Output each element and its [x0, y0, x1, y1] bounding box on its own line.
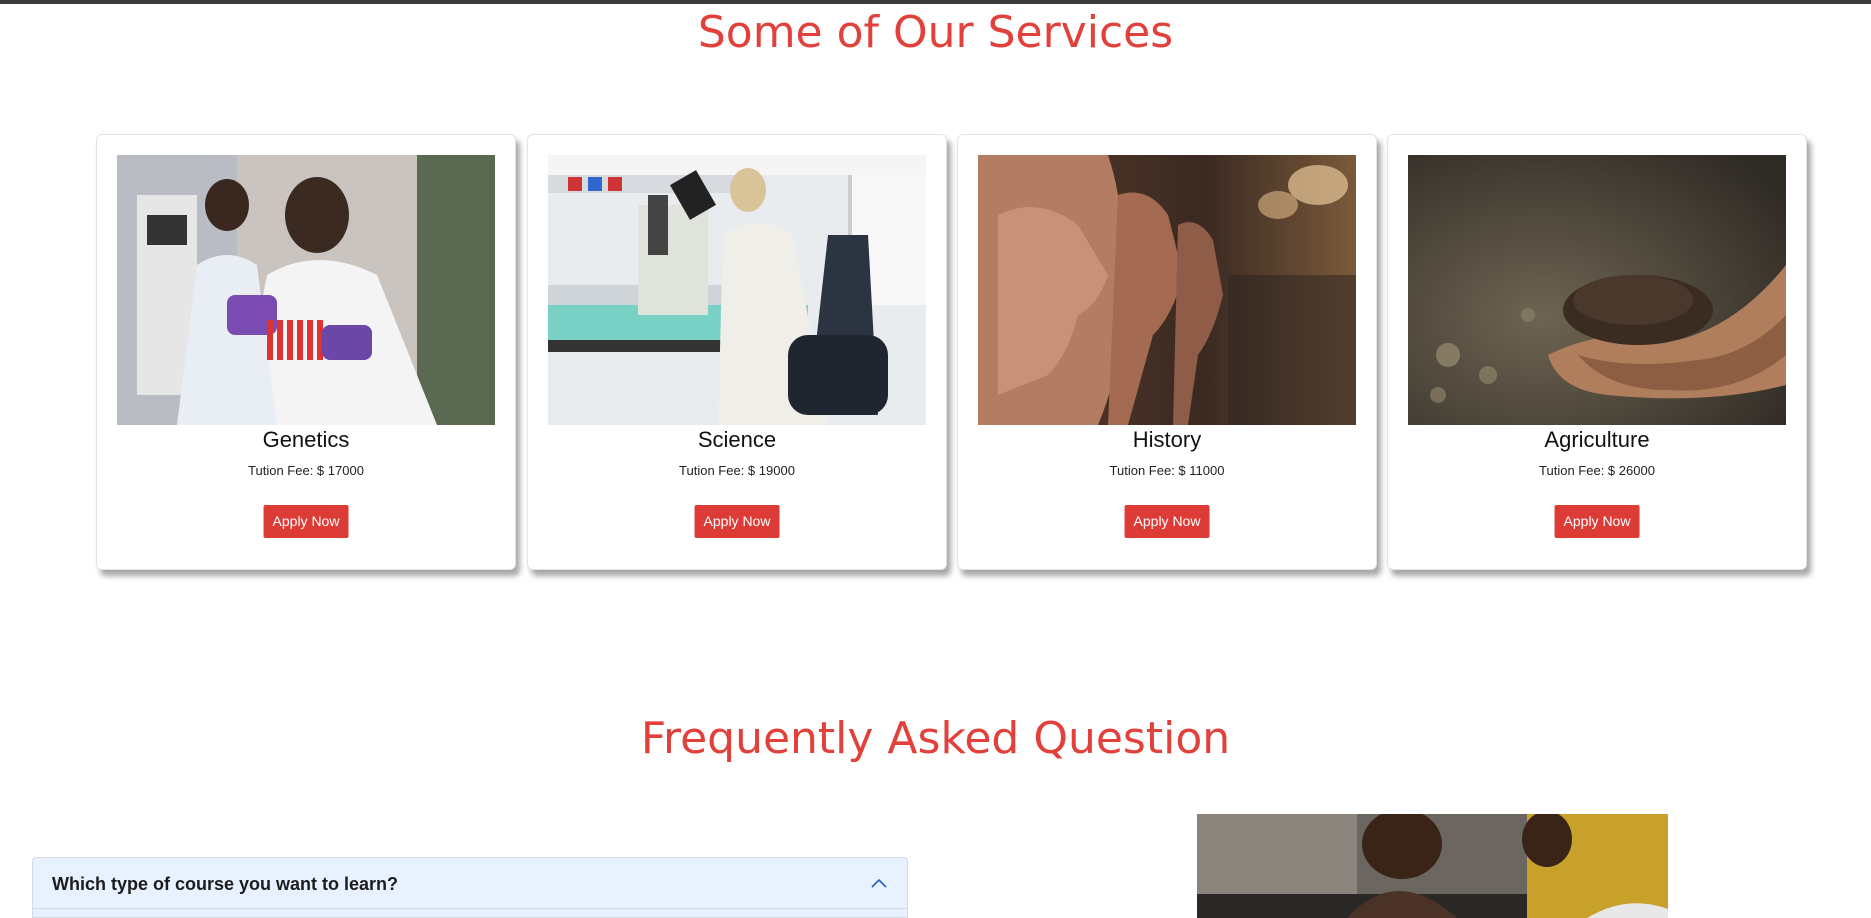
services-title: Some of Our Services — [697, 7, 1174, 58]
faq-accordion-item[interactable]: Which type of course you want to learn? — [32, 857, 908, 918]
card-title: Agriculture — [1544, 427, 1650, 452]
service-card-science: Science Tution Fee: $ 19000 Apply Now — [527, 134, 947, 570]
service-card-genetics: Genetics Tution Fee: $ 17000 Apply Now — [96, 134, 516, 570]
service-card-agriculture: Agriculture Tution Fee: $ 26000 Apply No… — [1387, 134, 1807, 570]
tuition-fee: Tution Fee: $ 11000 — [1109, 463, 1225, 478]
genetics-image — [117, 155, 495, 425]
card-title: History — [1132, 427, 1202, 452]
faq-title: Frequently Asked Question — [640, 713, 1231, 764]
chevron-up-icon[interactable] — [869, 874, 889, 894]
card-title: Genetics — [262, 427, 350, 452]
apply-now-button[interactable]: Apply Now — [1124, 505, 1210, 538]
students-image — [1197, 814, 1668, 918]
science-image — [548, 155, 926, 425]
apply-now-button[interactable]: Apply Now — [1554, 505, 1640, 538]
accordion-divider — [33, 908, 907, 909]
tuition-fee: Tution Fee: $ 17000 — [248, 463, 364, 478]
agriculture-image — [1408, 155, 1786, 425]
card-title: Science — [697, 427, 777, 452]
history-image — [978, 155, 1356, 425]
faq-question: Which type of course you want to learn? — [52, 874, 399, 894]
apply-now-button[interactable]: Apply Now — [694, 505, 780, 538]
tuition-fee: Tution Fee: $ 19000 — [679, 463, 795, 478]
apply-now-button[interactable]: Apply Now — [263, 505, 349, 538]
service-card-history: History Tution Fee: $ 11000 Apply Now — [957, 134, 1377, 570]
tuition-fee: Tution Fee: $ 26000 — [1539, 463, 1655, 478]
